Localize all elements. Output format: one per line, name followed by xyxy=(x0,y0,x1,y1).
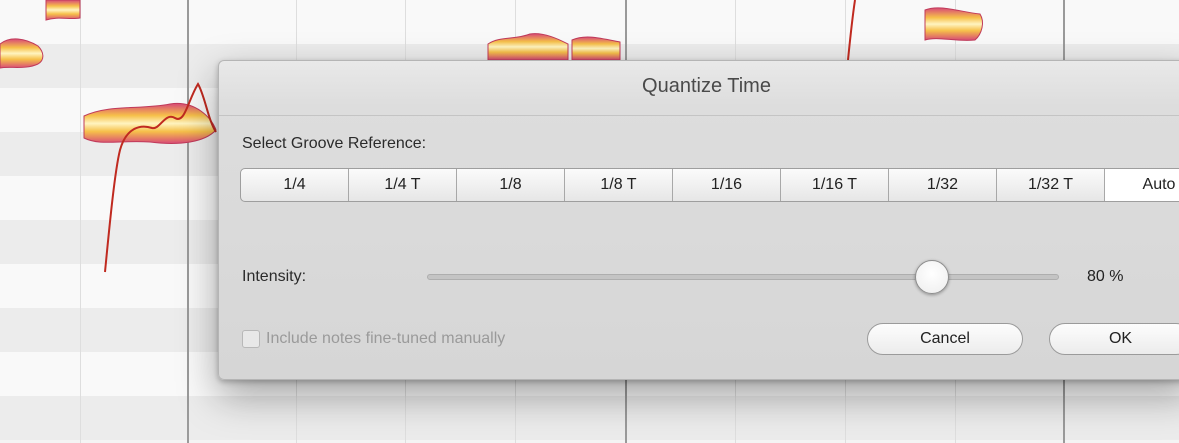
note-blob xyxy=(0,38,44,69)
intensity-value: 80 % xyxy=(1087,268,1124,285)
note-blob xyxy=(45,0,81,21)
note-blob xyxy=(83,102,217,144)
groove-option-eighth-triplet[interactable]: 1/8 T xyxy=(565,169,673,201)
include-fine-tuned-label: Include notes fine-tuned manually xyxy=(266,330,506,347)
note-blob xyxy=(487,33,569,61)
groove-reference-segmented-control: 1/4 1/4 T 1/8 1/8 T 1/16 1/16 T 1/32 1/3… xyxy=(240,168,1179,202)
note-blob xyxy=(571,36,621,61)
groove-option-thirtysecond-triplet[interactable]: 1/32 T xyxy=(997,169,1105,201)
groove-option-auto[interactable]: Auto xyxy=(1105,169,1179,201)
intensity-slider-knob[interactable] xyxy=(915,260,949,294)
groove-reference-label: Select Groove Reference: xyxy=(242,135,427,152)
groove-option-eighth[interactable]: 1/8 xyxy=(457,169,565,201)
quantize-time-dialog: Quantize Time Select Groove Reference: 1… xyxy=(218,60,1179,380)
groove-option-quarter[interactable]: 1/4 xyxy=(241,169,349,201)
include-fine-tuned-checkbox[interactable] xyxy=(242,330,260,348)
dialog-title: Quantize Time xyxy=(642,75,771,97)
groove-option-sixteenth-triplet[interactable]: 1/16 T xyxy=(781,169,889,201)
groove-option-sixteenth[interactable]: 1/16 xyxy=(673,169,781,201)
groove-option-thirtysecond[interactable]: 1/32 xyxy=(889,169,997,201)
intensity-slider-track[interactable] xyxy=(427,274,1059,280)
note-blob xyxy=(924,7,983,41)
ok-button[interactable]: OK xyxy=(1049,323,1179,355)
dialog-titlebar[interactable]: Quantize Time xyxy=(219,61,1179,116)
pitch-curve xyxy=(847,0,856,61)
intensity-label: Intensity: xyxy=(242,268,307,285)
groove-option-quarter-triplet[interactable]: 1/4 T xyxy=(349,169,457,201)
cancel-button[interactable]: Cancel xyxy=(867,323,1023,355)
